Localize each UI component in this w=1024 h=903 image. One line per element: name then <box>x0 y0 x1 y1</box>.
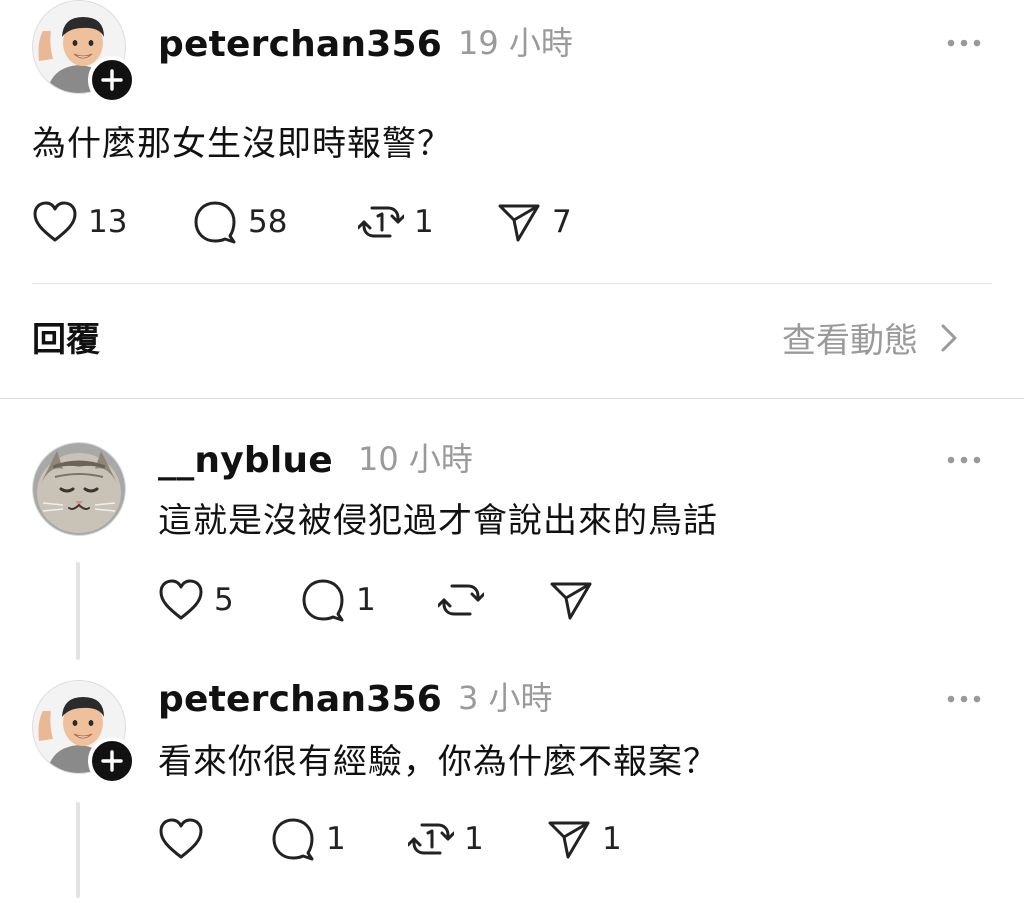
post-username[interactable]: peterchan356 <box>158 27 442 63</box>
comment-count: 58 <box>248 203 288 240</box>
reply-username[interactable]: peterchan356 <box>158 682 442 718</box>
share-button[interactable] <box>548 578 604 622</box>
heart-icon <box>32 200 78 244</box>
avatar-nyblue[interactable] <box>32 442 126 536</box>
section-separator <box>0 398 1024 399</box>
replies-heading: 回覆 <box>32 320 100 360</box>
like-count: 13 <box>88 203 128 240</box>
reply-text: 看來你很有經驗，你為什麼不報案？ <box>158 742 718 782</box>
repost-button[interactable]: 1 <box>408 817 484 861</box>
thread-line <box>76 562 80 660</box>
comment-bubble-icon <box>192 200 238 244</box>
comment-count: 1 <box>356 581 376 618</box>
repost-icon <box>438 578 484 622</box>
share-count: 1 <box>602 820 622 857</box>
post-text: 為什麼那女生沒即時報警？ <box>32 124 452 164</box>
thread-line <box>76 802 80 898</box>
divider <box>32 283 992 284</box>
heart-icon <box>158 578 204 622</box>
repost-count: 1 <box>464 820 484 857</box>
reply-username[interactable]: __nyblue <box>158 443 333 479</box>
reply-timestamp: 3 小時 <box>458 679 553 717</box>
more-dots-icon[interactable] <box>945 450 985 470</box>
share-button[interactable]: 7 <box>496 200 572 244</box>
follow-plus-icon[interactable] <box>88 56 136 104</box>
heart-icon <box>158 817 204 861</box>
comment-bubble-icon <box>300 578 346 622</box>
follow-plus-icon[interactable] <box>88 737 136 785</box>
comment-button[interactable]: 1 <box>300 578 376 622</box>
reply-timestamp: 10 小時 <box>358 440 473 478</box>
view-activity-label: 查看動態 <box>782 321 918 361</box>
comment-button[interactable]: 1 <box>270 817 346 861</box>
repost-icon <box>358 200 404 244</box>
repost-count: 1 <box>414 203 434 240</box>
repost-button[interactable] <box>438 578 494 622</box>
send-icon <box>546 817 592 861</box>
repost-icon <box>408 817 454 861</box>
like-button[interactable] <box>158 817 214 861</box>
share-count: 7 <box>552 203 572 240</box>
send-icon <box>548 578 594 622</box>
send-icon <box>496 200 542 244</box>
more-dots-icon[interactable] <box>945 689 985 709</box>
chevron-right-icon <box>940 323 958 359</box>
post-timestamp: 19 小時 <box>458 24 573 62</box>
comment-button[interactable]: 58 <box>192 200 287 244</box>
reply-text: 這就是沒被侵犯過才會說出來的鳥話 <box>158 501 718 541</box>
repost-button[interactable]: 1 <box>358 200 434 244</box>
like-button[interactable]: 5 <box>158 578 234 622</box>
like-button[interactable]: 13 <box>32 200 127 244</box>
share-button[interactable]: 1 <box>546 817 622 861</box>
comment-bubble-icon <box>270 817 316 861</box>
like-count: 5 <box>214 581 234 618</box>
more-dots-icon[interactable] <box>945 33 985 53</box>
view-activity-link[interactable]: 查看動態 <box>782 323 958 359</box>
comment-count: 1 <box>326 820 346 857</box>
